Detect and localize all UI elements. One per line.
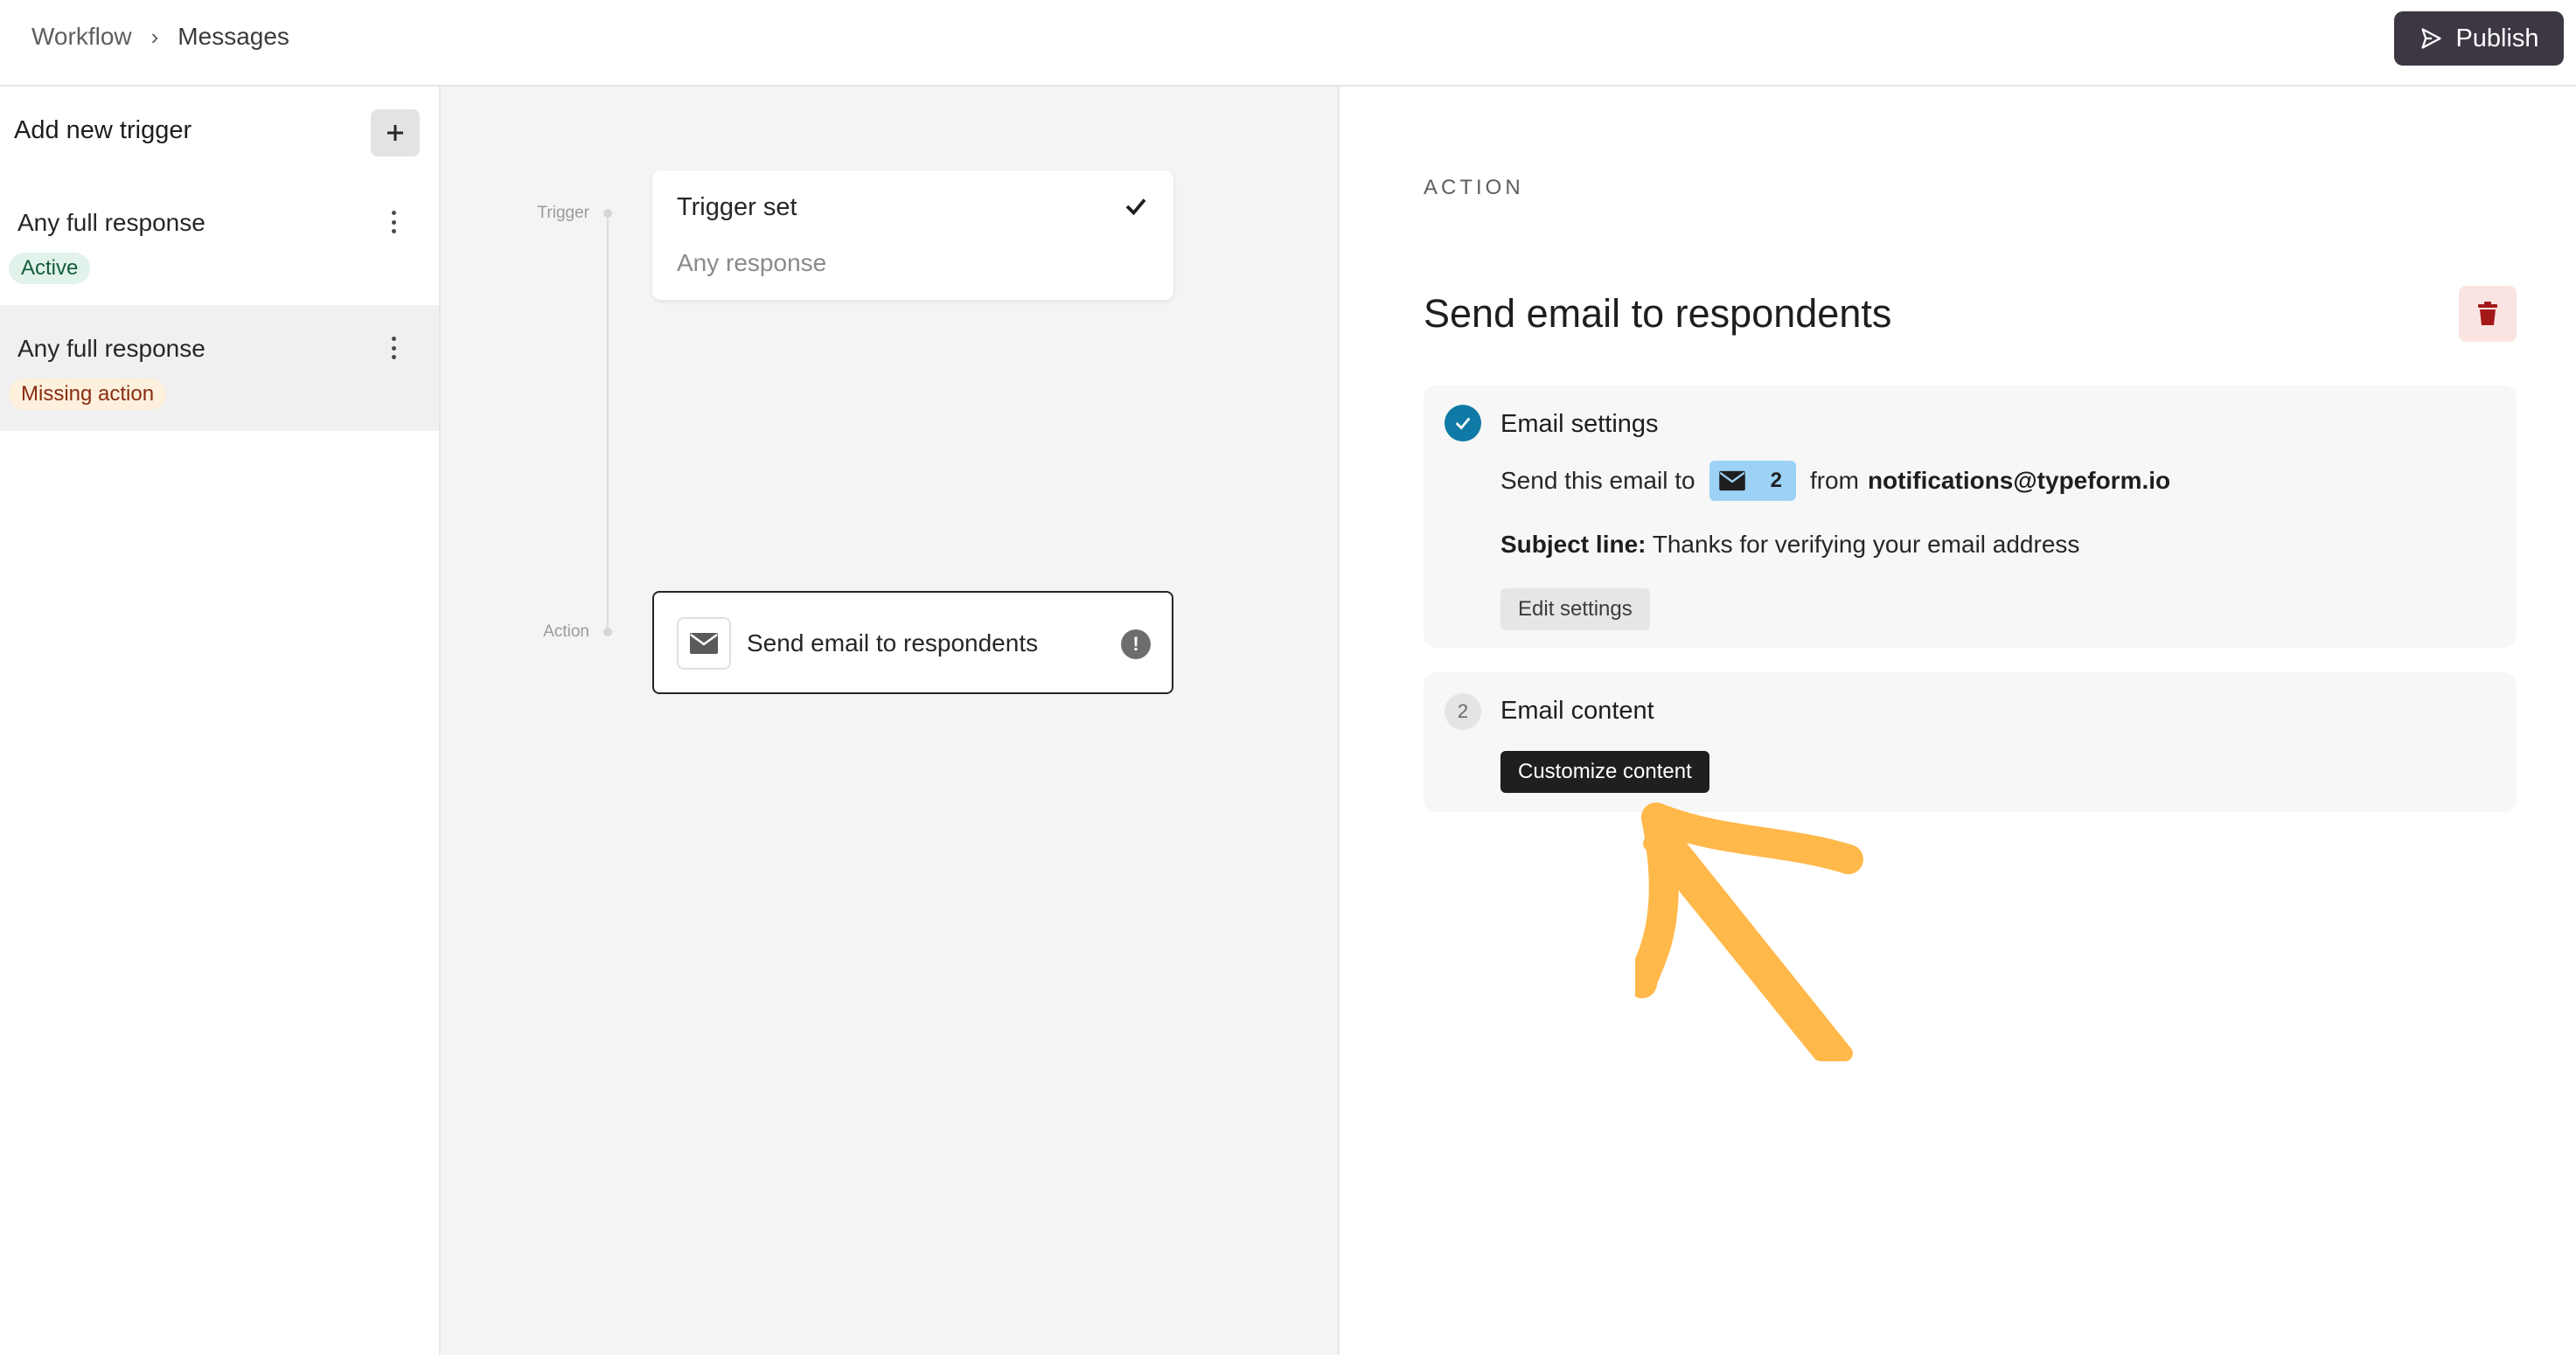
- mail-icon: [690, 633, 718, 654]
- delete-action-button[interactable]: [2459, 286, 2517, 342]
- edit-settings-button[interactable]: Edit settings: [1500, 588, 1650, 630]
- timeline-dot: [603, 628, 612, 636]
- trigger-label: Any full response: [17, 335, 205, 362]
- action-node-label: Action: [543, 622, 589, 641]
- email-settings-step: Email settings Send this email to 2 from…: [1424, 386, 2517, 648]
- from-prefix: from: [1809, 467, 1859, 494]
- trigger-card[interactable]: Trigger set Any response: [652, 170, 1173, 300]
- trigger-sidebar: Add new trigger Any full response Active…: [0, 87, 441, 1355]
- publish-button[interactable]: Publish: [2394, 11, 2564, 66]
- sidebar-trigger-item-selected[interactable]: Any full response Missing action: [0, 305, 439, 431]
- email-content-step: 2 Email content Customize content: [1424, 672, 2517, 812]
- trigger-label: Any full response: [17, 209, 205, 236]
- breadcrumb: Workflow › Messages: [31, 23, 289, 51]
- more-options-icon[interactable]: [385, 207, 402, 237]
- subject-line: Subject line: Thanks for verifying your …: [1500, 531, 2079, 559]
- pointer-arrow-annotation: [1635, 803, 1863, 1061]
- trigger-card-title: Trigger set: [677, 193, 797, 221]
- recipient-count: 2: [1770, 469, 1782, 492]
- step-number: 2: [1445, 693, 1481, 730]
- plus-icon: [387, 125, 403, 141]
- panel-caption: ACTION: [1424, 176, 1524, 199]
- subject-value: Thanks for verifying your email address: [1652, 531, 2080, 558]
- breadcrumb-messages: Messages: [178, 23, 289, 50]
- top-bar: Workflow › Messages Publish: [0, 0, 2576, 87]
- trigger-node-label: Trigger: [537, 204, 589, 222]
- from-address: notifications@typeform.io: [1867, 467, 2171, 494]
- timeline-connector: [607, 213, 609, 635]
- action-card-selected[interactable]: Send email to respondents !: [652, 591, 1173, 694]
- mail-icon: [1718, 470, 1745, 491]
- send-icon: [2421, 28, 2442, 49]
- breadcrumb-workflow[interactable]: Workflow: [31, 23, 132, 51]
- step-complete-icon: [1445, 405, 1481, 441]
- step-title: Email content: [1500, 697, 1654, 725]
- action-card-label: Send email to respondents: [747, 629, 1039, 657]
- send-to-line: Send this email to 2 from notifications@…: [1500, 461, 2170, 501]
- trash-icon: [2478, 302, 2497, 325]
- add-trigger-button[interactable]: [371, 109, 420, 156]
- warning-icon: !: [1121, 629, 1151, 659]
- timeline-dot: [603, 209, 612, 218]
- checkmark-icon: [1125, 198, 1146, 216]
- trigger-card-subtitle: Any response: [677, 249, 827, 276]
- step-title: Email settings: [1500, 410, 1659, 438]
- recipient-chip[interactable]: 2: [1709, 461, 1796, 501]
- chevron-right-icon: ›: [150, 23, 159, 50]
- status-badge: Active: [9, 253, 91, 284]
- sidebar-trigger-item[interactable]: Any full response Active: [0, 179, 439, 305]
- status-badge: Missing action: [9, 379, 167, 410]
- panel-title: Send email to respondents: [1424, 291, 1892, 336]
- workflow-canvas: Trigger Action Trigger set Any response …: [441, 87, 1340, 1355]
- publish-label: Publish: [2455, 24, 2539, 52]
- send-prefix: Send this email to: [1500, 467, 1695, 494]
- customize-content-button[interactable]: Customize content: [1500, 751, 1709, 793]
- more-options-icon[interactable]: [385, 333, 402, 363]
- subject-label: Subject line:: [1500, 531, 1647, 558]
- mail-icon-box: [677, 617, 731, 670]
- sidebar-heading: Add new trigger: [14, 116, 192, 144]
- action-panel: ACTION Send email to respondents Email s…: [1340, 87, 2576, 1355]
- checkmark-icon: [1455, 417, 1471, 430]
